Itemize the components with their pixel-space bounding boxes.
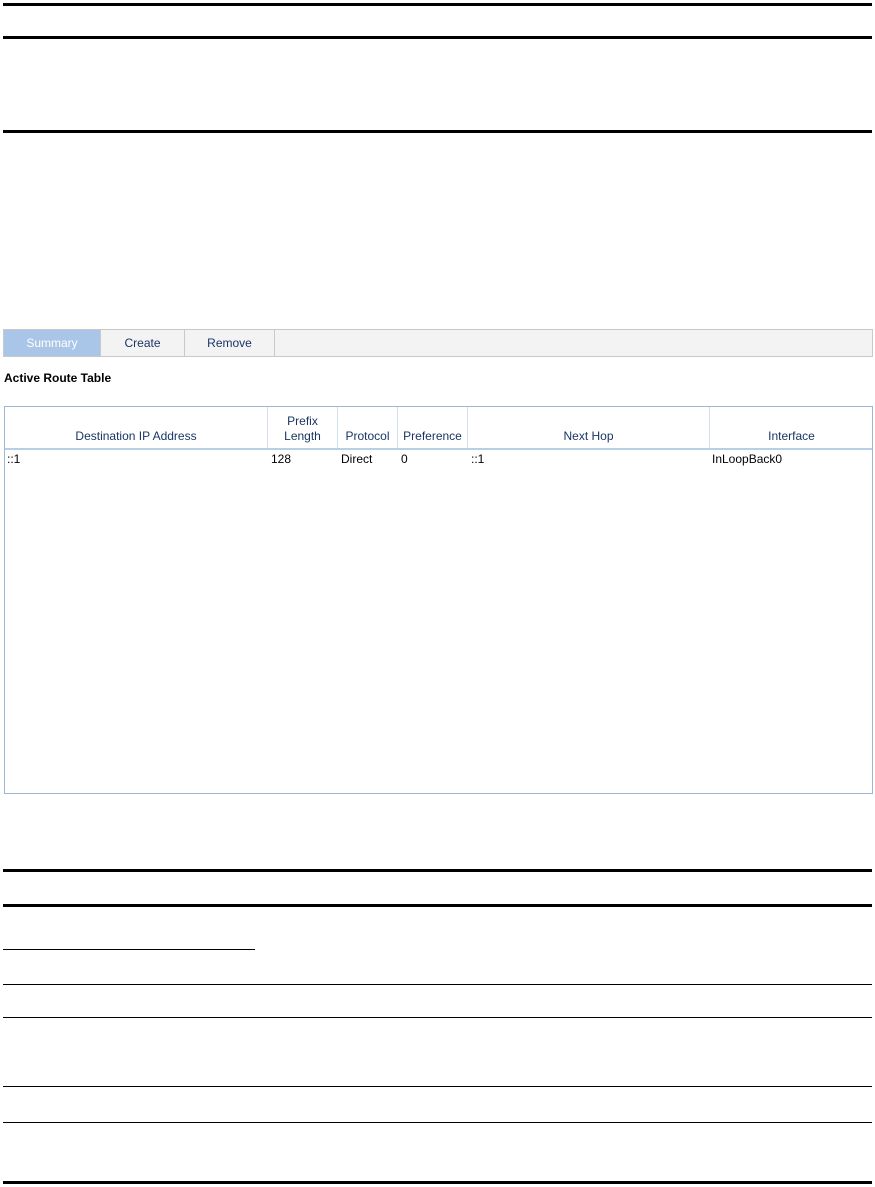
table2-bottom-rule [3,1181,872,1184]
short-rule [3,949,255,950]
table2-top-rule [3,869,872,872]
column-header-prefix-length[interactable]: Prefix Length [268,407,338,448]
table2-header-rule [3,904,872,907]
bottom-rule [3,130,872,133]
table-row[interactable]: ::1 128 Direct 0 ::1 InLoopBack0 [5,450,872,468]
table2-row-rule-4 [3,1122,872,1123]
column-header-destination[interactable]: Destination IP Address [5,407,268,448]
section-title: Active Route Table [4,371,112,385]
top-rule [3,3,872,6]
tab-remove[interactable]: Remove [185,330,275,356]
cell-protocol: Direct [341,452,373,466]
cell-preference: 0 [401,452,408,466]
cell-interface: InLoopBack0 [712,452,783,466]
tab-summary[interactable]: Summary [4,330,101,356]
cell-next-hop: ::1 [471,452,485,466]
column-header-preference[interactable]: Preference [398,407,468,448]
table2-row-rule-3 [3,1086,872,1087]
column-header-protocol[interactable]: Protocol [338,407,398,448]
table2-row-rule-1 [3,984,872,985]
column-header-next-hop[interactable]: Next Hop [468,407,710,448]
cell-prefix-length: 128 [271,452,292,466]
header-rule [3,36,872,39]
tab-bar: Summary Create Remove [3,329,873,357]
table-header: Destination IP Address Prefix Length Pro… [5,407,872,450]
column-header-interface[interactable]: Interface [710,407,873,448]
cell-destination: ::1 [7,452,21,466]
tab-create[interactable]: Create [101,330,185,356]
route-table: Destination IP Address Prefix Length Pro… [4,406,873,794]
table2-row-rule-2 [3,1017,872,1018]
